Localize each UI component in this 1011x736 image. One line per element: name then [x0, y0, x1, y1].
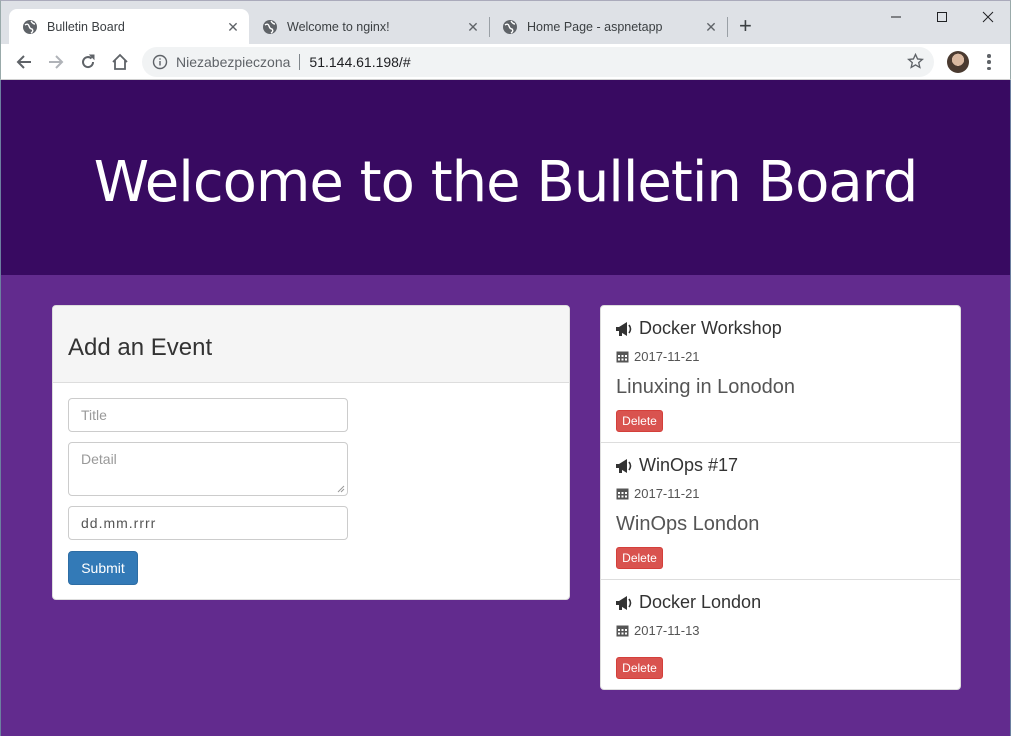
tab-nginx[interactable]: Welcome to nginx! ✕ [249, 9, 489, 45]
menu-dot [987, 54, 991, 58]
detail-placeholder: Detail [81, 451, 117, 467]
event-date: 2017-11-21 [616, 486, 700, 501]
event-detail: WinOps London [616, 513, 760, 535]
arrow-right-icon [49, 55, 64, 69]
url-text[interactable]: 51.144.61.198/# [309, 54, 410, 70]
event-detail: Linuxing in Lonodon [616, 376, 796, 398]
event-date: 2017-11-21 [616, 349, 700, 364]
menu-dot [987, 66, 991, 70]
maximize-button[interactable] [919, 5, 965, 29]
forward-button[interactable] [44, 50, 68, 74]
arrow-left-icon [16, 55, 31, 69]
events-panel: Docker Workshop 2017-11-21 Linuxing in L… [600, 305, 961, 690]
menu-dot [987, 60, 991, 64]
home-button[interactable] [108, 50, 132, 74]
delete-button[interactable]: Delete [616, 657, 663, 679]
title-placeholder: Title [81, 407, 107, 423]
add-event-panel: Add an Event Title Detail dd.mm.rrrr Sub… [52, 305, 570, 600]
divider [299, 54, 301, 70]
delete-button[interactable]: Delete [616, 547, 663, 569]
page-body: Welcome to the Bulletin Board Add an Eve… [0, 80, 1011, 736]
home-icon [112, 53, 128, 70]
calendar-icon [616, 351, 629, 363]
bullhorn-icon [616, 321, 632, 336]
list-item: Docker Workshop 2017-11-21 Linuxing in L… [601, 306, 960, 443]
calendar-icon [616, 488, 629, 500]
address-bar[interactable]: Niezabezpieczona 51.144.61.198/# [142, 47, 934, 77]
panel-title: Add an Event [68, 334, 213, 361]
event-title: Docker Workshop [615, 318, 782, 339]
new-tab-button[interactable]: + [739, 15, 752, 37]
event-title-text: WinOps #17 [639, 455, 739, 475]
title-input[interactable]: Title [68, 398, 348, 432]
page-title: Welcome to the Bulletin Board [93, 150, 919, 215]
list-item: WinOps #17 2017-11-21 WinOps London Dele… [601, 443, 960, 580]
globe-icon [503, 20, 517, 34]
tab-title: Bulletin Board [47, 20, 125, 34]
tab-separator [727, 17, 728, 37]
browser-toolbar: Niezabezpieczona 51.144.61.198/# [0, 44, 1011, 80]
detail-textarea[interactable]: Detail [68, 442, 348, 496]
bullhorn-icon [616, 595, 632, 610]
window-close-button[interactable] [965, 5, 1011, 29]
close-icon[interactable]: ✕ [703, 19, 719, 36]
close-icon [982, 11, 994, 23]
tab-bulletin-board[interactable]: Bulletin Board ✕ [9, 9, 249, 45]
back-button[interactable] [12, 50, 36, 74]
submit-button[interactable]: Submit [68, 551, 138, 585]
panel-heading: Add an Event [53, 306, 569, 383]
tab-title: Home Page - aspnetapp [527, 20, 663, 34]
close-icon[interactable]: ✕ [465, 19, 481, 36]
globe-icon [23, 20, 37, 34]
event-date: 2017-11-13 [616, 623, 700, 638]
tab-strip: Bulletin Board ✕ Welcome to nginx! ✕ Hom… [0, 0, 1011, 45]
tab-title: Welcome to nginx! [287, 20, 390, 34]
security-status: Niezabezpieczona [176, 54, 291, 70]
maximize-icon [937, 12, 947, 22]
globe-icon [263, 20, 277, 34]
event-title: Docker London [615, 592, 761, 613]
resize-handle-icon[interactable] [337, 485, 345, 493]
tab-aspnetapp[interactable]: Home Page - aspnetapp ✕ [489, 9, 727, 45]
event-title-text: Docker London [639, 592, 762, 612]
minimize-button[interactable] [873, 5, 919, 29]
close-icon[interactable]: ✕ [225, 19, 241, 36]
star-icon[interactable] [907, 53, 924, 70]
jumbotron: Welcome to the Bulletin Board [1, 80, 1010, 275]
bullhorn-icon [616, 458, 632, 473]
event-date-text: 2017-11-13 [634, 623, 700, 638]
date-value: dd.mm.rrrr [81, 515, 157, 531]
event-date-text: 2017-11-21 [634, 486, 700, 501]
profile-avatar[interactable] [947, 51, 969, 73]
delete-button[interactable]: Delete [616, 410, 663, 432]
browser-menu-button[interactable] [981, 52, 997, 72]
date-input[interactable]: dd.mm.rrrr [68, 506, 348, 540]
reload-button[interactable] [76, 50, 100, 74]
list-item: Docker London 2017-11-13 Delete [601, 580, 960, 690]
info-icon[interactable] [152, 54, 168, 70]
event-date-text: 2017-11-21 [634, 349, 700, 364]
event-title: WinOps #17 [615, 455, 738, 476]
minimize-icon [891, 16, 901, 18]
event-title-text: Docker Workshop [639, 318, 782, 338]
reload-icon [82, 54, 95, 69]
calendar-icon [616, 625, 629, 637]
